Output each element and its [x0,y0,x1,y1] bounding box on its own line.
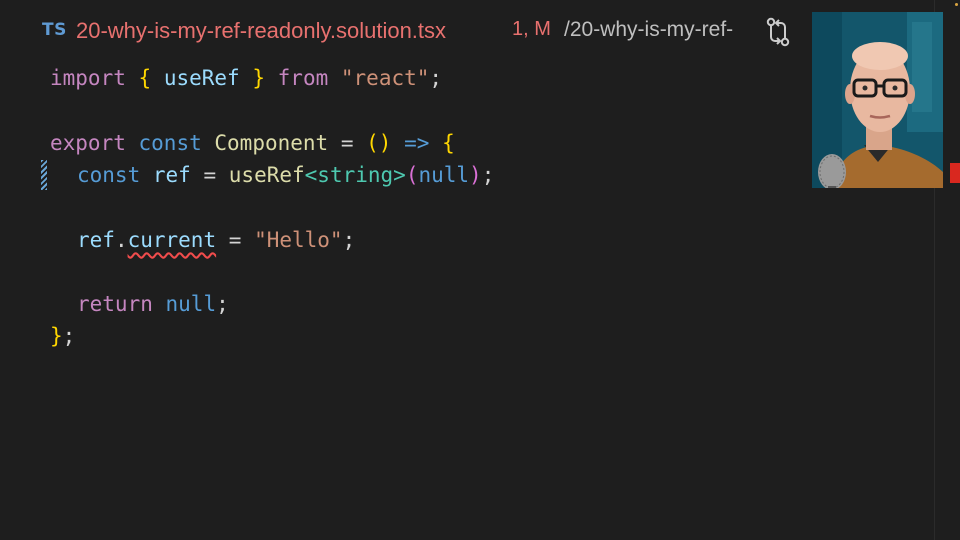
error-squiggle[interactable]: current [128,228,217,252]
git-compare-icon[interactable] [764,16,792,48]
code-line-3: export const Component = () => { [50,131,455,155]
scrollbar-error-marker[interactable] [950,163,960,183]
code-line-4: const ref = useRef<string>(null); [77,163,495,187]
gutter-modified-marker[interactable] [41,160,47,190]
typescript-file-icon: TS [42,20,67,40]
code-line-1: import { useRef } from "react"; [50,66,443,90]
status-dot [955,3,958,6]
code-line-6: ref.current = "Hello"; [77,228,356,252]
presenter-image [812,12,943,188]
code-line-8: return null; [77,292,229,316]
code-line-9: }; [50,324,76,348]
tab-problem-status: 1, M [512,18,551,40]
breadcrumb[interactable]: /20-why-is-my-ref- [564,18,733,42]
editor-tab-bar: TS 20-why-is-my-ref-readonly.solution.ts… [0,0,800,62]
presenter-webcam [812,12,943,188]
tab-file-name[interactable]: 20-why-is-my-ref-readonly.solution.tsx [76,18,446,44]
